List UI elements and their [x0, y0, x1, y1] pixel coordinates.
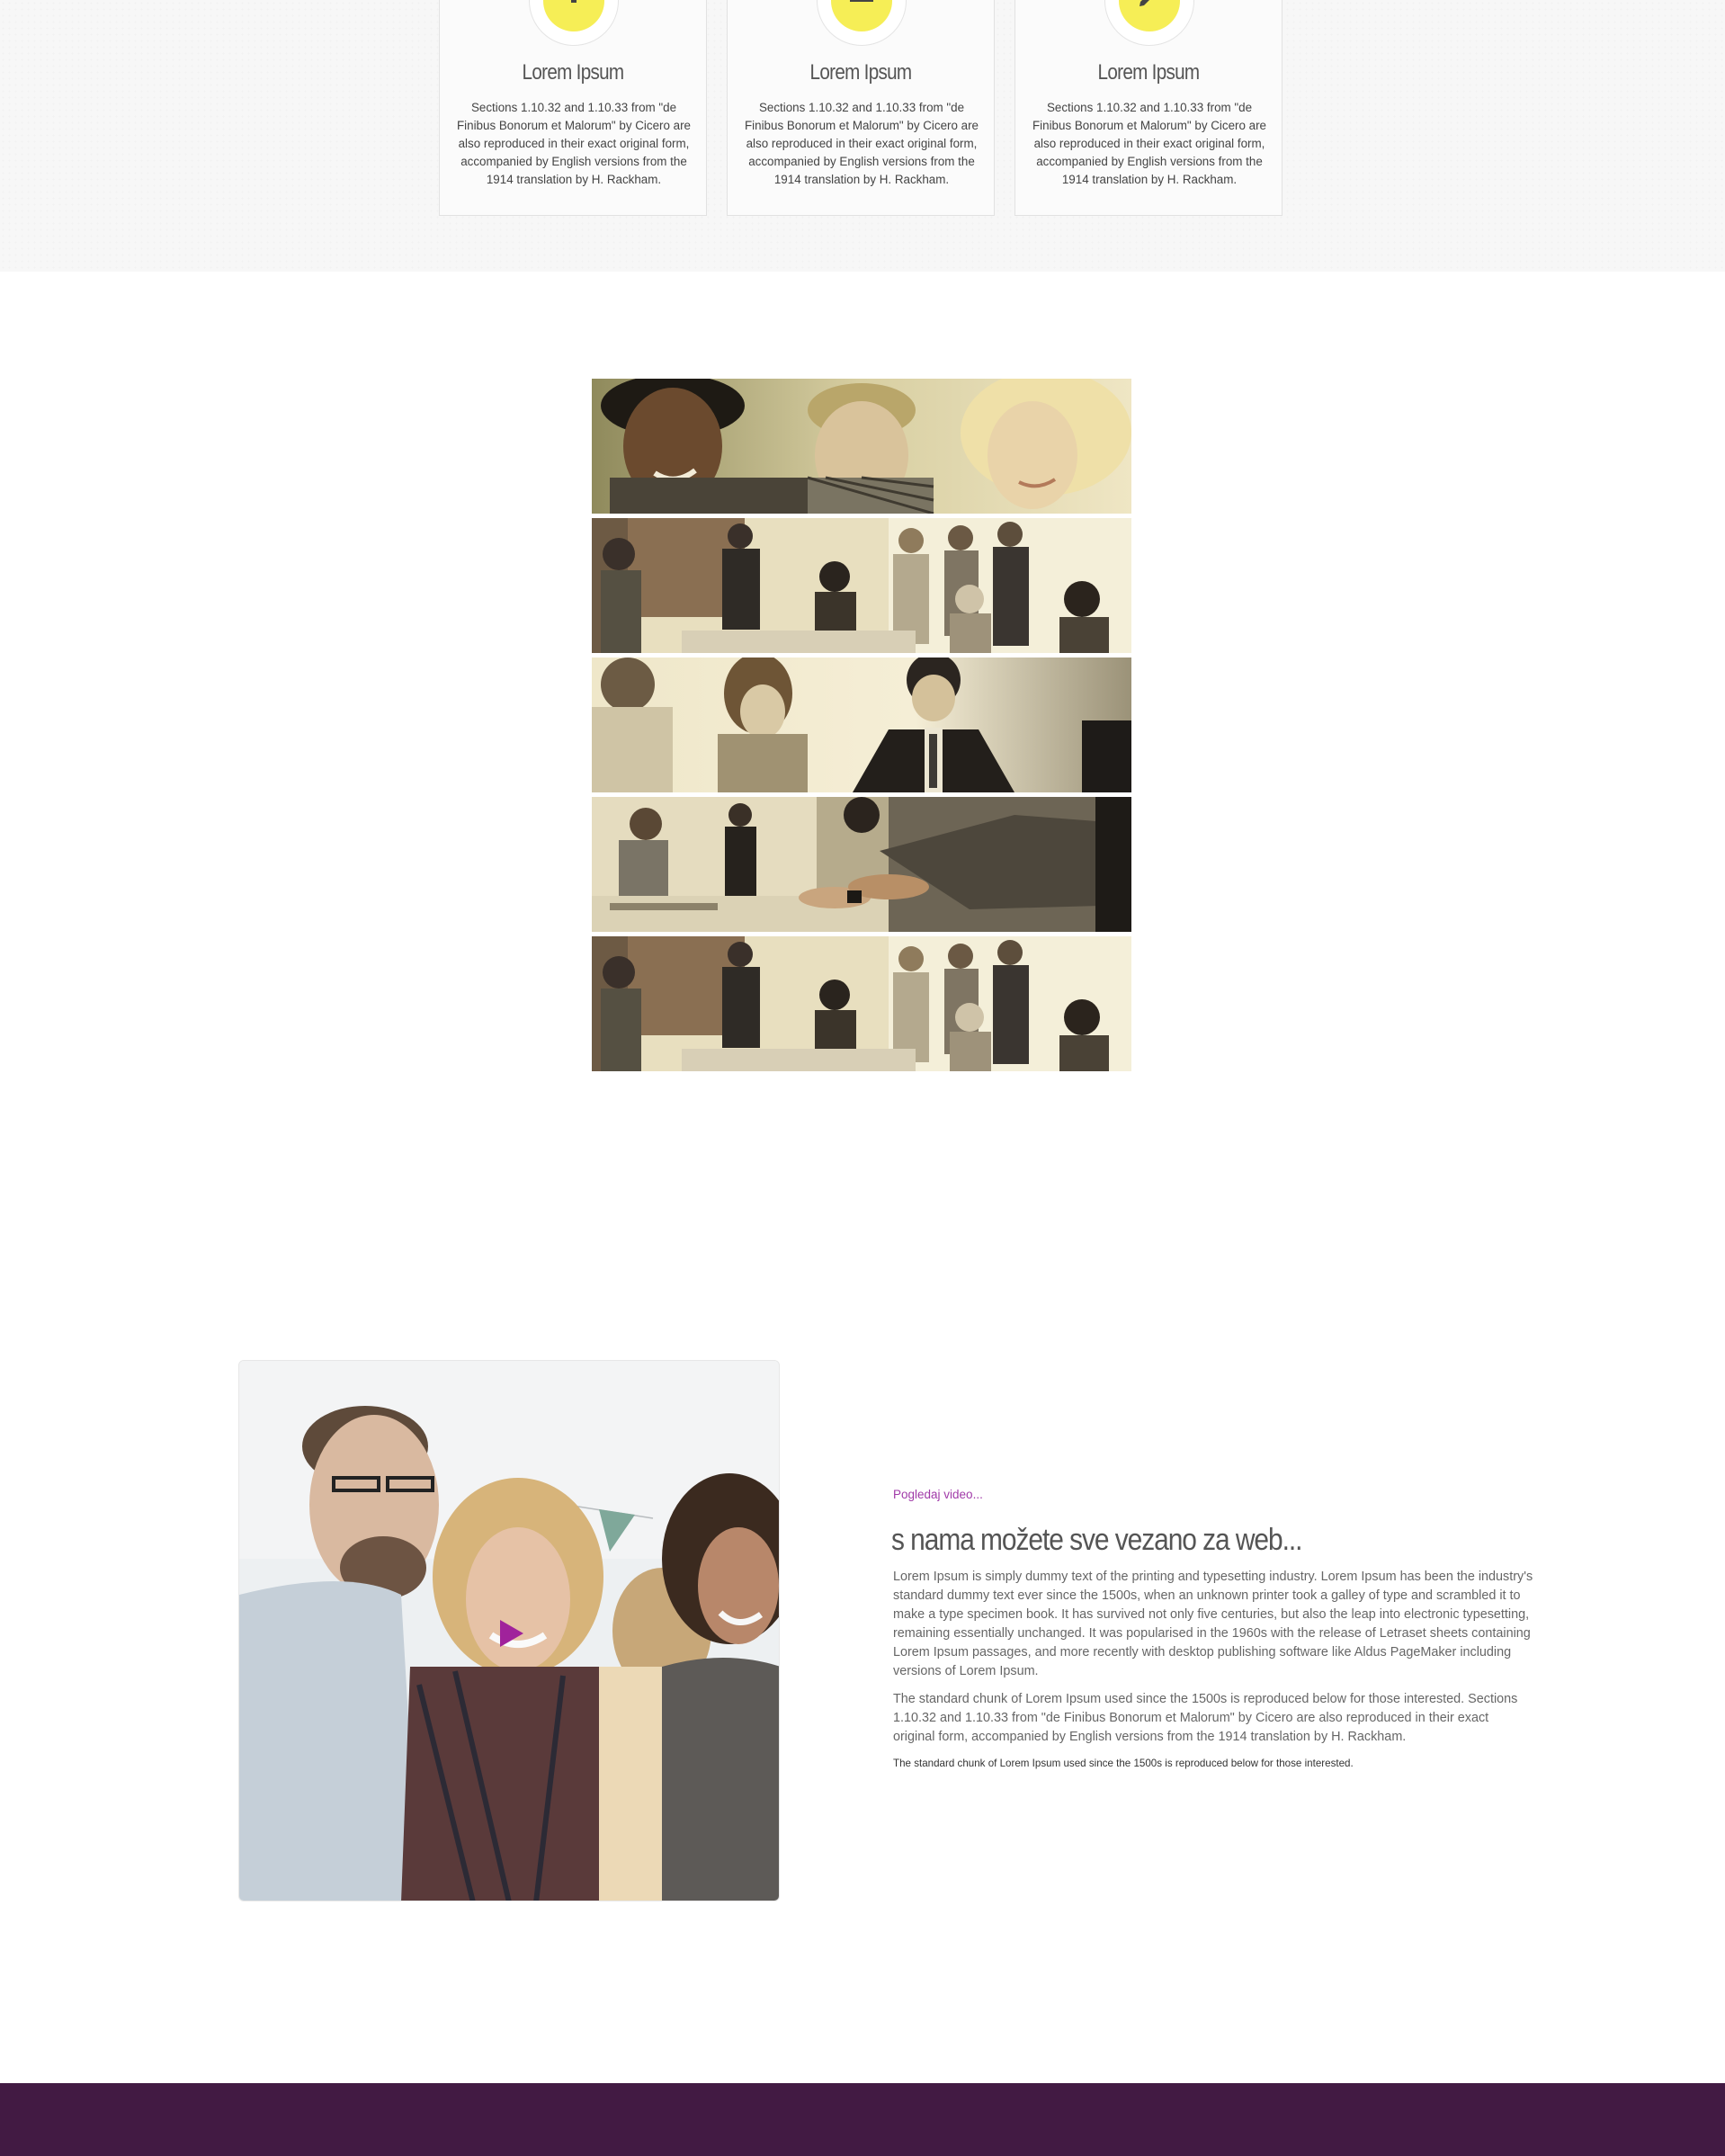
feature-text: Sections 1.10.32 and 1.10.33 from "de Fi… — [1032, 101, 1267, 186]
features-section: Lorem Ipsum Sections 1.10.32 and 1.10.33… — [0, 0, 1725, 272]
feature-text: Sections 1.10.32 and 1.10.33 from "de Fi… — [456, 101, 692, 186]
footer — [0, 2083, 1725, 2156]
gallery-image — [592, 379, 1131, 514]
about-note: The standard chunk of Lorem Ipsum used s… — [893, 1758, 1354, 1769]
feature-title: Lorem Ipsum — [809, 60, 913, 85]
feature-title: Lorem Ipsum — [522, 60, 625, 85]
video-thumbnail[interactable] — [238, 1360, 780, 1901]
feature-title: Lorem Ipsum — [1097, 60, 1201, 85]
feature-card: Lorem Ipsum Sections 1.10.32 and 1.10.33… — [439, 0, 707, 216]
feature-card: Lorem Ipsum Sections 1.10.32 and 1.10.33… — [1014, 0, 1283, 216]
play-icon[interactable] — [498, 1618, 525, 1649]
pencil-icon — [1104, 0, 1194, 46]
watch-video-link[interactable]: Pogledaj video... — [893, 1488, 983, 1501]
gallery-image — [592, 518, 1131, 653]
photo-gallery — [592, 379, 1131, 1071]
about-paragraph: The standard chunk of Lorem Ipsum used s… — [893, 1692, 1518, 1744]
gallery-image — [592, 936, 1131, 1071]
feature-card: Lorem Ipsum Sections 1.10.32 and 1.10.33… — [727, 0, 995, 216]
laptop-icon — [817, 0, 907, 46]
lightbulb-icon — [529, 0, 619, 46]
gallery-image — [592, 658, 1131, 792]
about-heading: s nama možete sve vezano za web... — [891, 1523, 1302, 1557]
gallery-image — [592, 797, 1131, 932]
about-paragraph: Lorem Ipsum is simply dummy text of the … — [893, 1570, 1533, 1678]
feature-text: Sections 1.10.32 and 1.10.33 from "de Fi… — [744, 101, 979, 186]
